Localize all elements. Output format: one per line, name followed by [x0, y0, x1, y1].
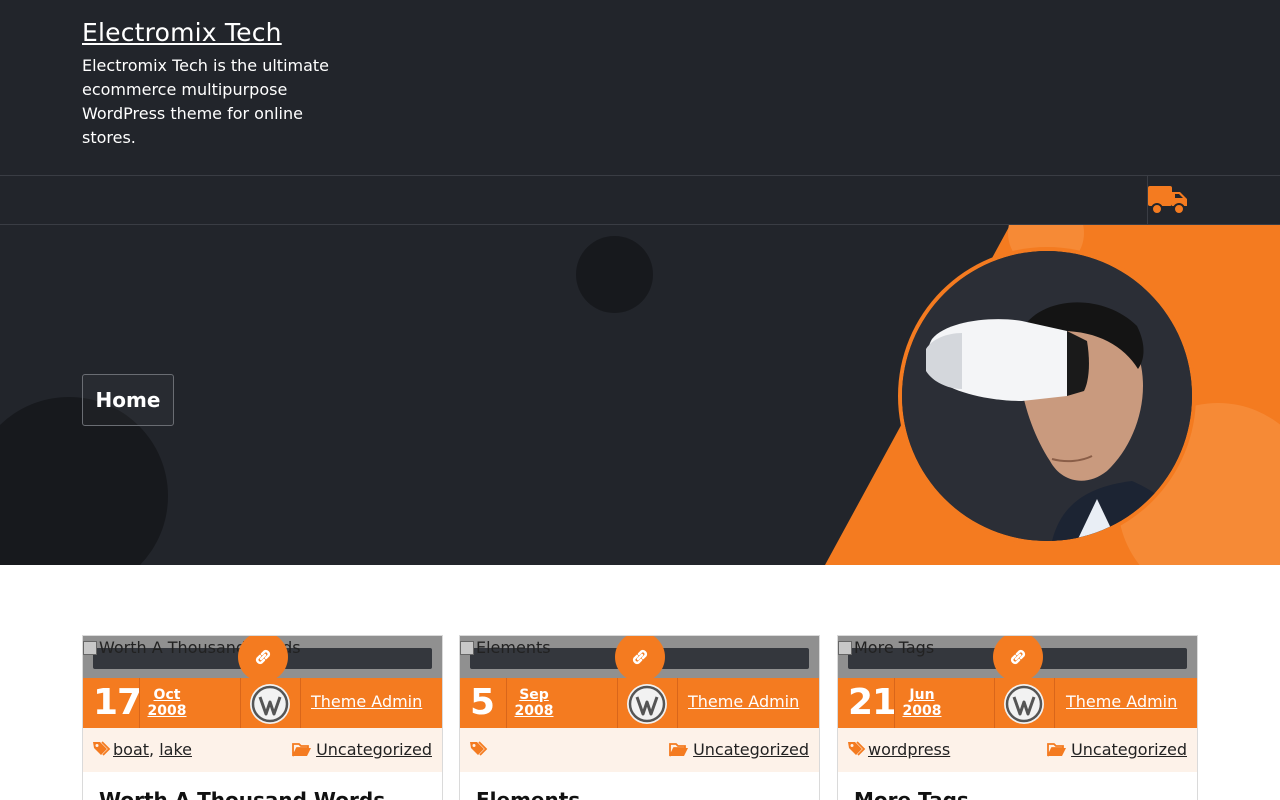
post-meta: 21 Jun 2008 Theme Admin: [838, 678, 1197, 728]
folder-open-icon: [669, 742, 689, 756]
wordpress-icon: [251, 685, 289, 723]
main-navigation: [0, 175, 1280, 225]
meta-divider: [994, 678, 995, 728]
link-icon: [1010, 649, 1026, 665]
permalink-button[interactable]: [993, 636, 1043, 682]
post-taxonomy: wordpress Uncategorized: [838, 728, 1197, 772]
post-title[interactable]: Elements: [476, 788, 580, 800]
post-author[interactable]: Theme Admin: [311, 692, 422, 711]
post-day: 21: [848, 682, 897, 723]
tags-icon: [848, 741, 866, 756]
tag-link[interactable]: boat: [113, 740, 149, 759]
post-month-year[interactable]: Oct 2008: [143, 687, 191, 719]
post-meta: 5 Sep 2008 Theme Admin: [460, 678, 819, 728]
meta-divider: [677, 678, 678, 728]
broken-image-icon: [460, 640, 474, 655]
thumbnail-alt-text: More Tags: [838, 638, 934, 657]
post-year: 2008: [902, 703, 942, 719]
post-thumbnail[interactable]: Elements: [460, 636, 819, 682]
site-title[interactable]: Electromix Tech: [82, 18, 282, 47]
post-tags: boat, lake: [113, 740, 192, 759]
thumbnail-alt-text: Elements: [460, 638, 551, 657]
hero-image-frame: [898, 247, 1196, 545]
post-author[interactable]: Theme Admin: [688, 692, 799, 711]
post-tags: wordpress: [868, 740, 950, 759]
broken-image-icon: [83, 640, 97, 655]
meta-divider: [300, 678, 301, 728]
link-icon: [632, 649, 648, 665]
tag-link[interactable]: lake: [159, 740, 192, 759]
author-avatar: [250, 684, 290, 724]
post-month: Oct: [153, 687, 181, 703]
post-card: Elements 5 Sep 2008 Theme Admin Uncategor…: [459, 635, 820, 800]
meta-divider: [894, 678, 895, 728]
meta-divider: [1054, 678, 1055, 728]
truck-icon[interactable]: [1148, 184, 1188, 216]
category-link[interactable]: Uncategorized: [1071, 740, 1187, 759]
category-link[interactable]: Uncategorized: [693, 740, 809, 759]
tag-link[interactable]: wordpress: [868, 740, 950, 759]
permalink-button[interactable]: [615, 636, 665, 682]
post-month: Jun: [909, 687, 935, 703]
wordpress-icon: [628, 685, 666, 723]
breadcrumb-home[interactable]: Home: [82, 374, 174, 426]
meta-divider: [506, 678, 507, 728]
post-taxonomy: boat, lake Uncategorized: [83, 728, 442, 772]
post-month-year[interactable]: Sep 2008: [510, 687, 558, 719]
thumbnail-alt-label: More Tags: [854, 638, 935, 657]
folder-open-icon: [292, 742, 312, 756]
post-thumbnail[interactable]: More Tags: [838, 636, 1197, 682]
meta-divider: [240, 678, 241, 728]
hero-banner: Home: [0, 225, 1280, 565]
author-avatar: [627, 684, 667, 724]
post-meta: 17 Oct 2008 Theme Admin: [83, 678, 442, 728]
post-day: 17: [93, 682, 142, 723]
post-title[interactable]: Worth A Thousand Words: [99, 788, 385, 800]
folder-open-icon: [1047, 742, 1067, 756]
category-link[interactable]: Uncategorized: [316, 740, 432, 759]
site-header: Electromix Tech Electromix Tech is the u…: [0, 0, 1280, 175]
meta-divider: [617, 678, 618, 728]
post-month: Sep: [519, 687, 549, 703]
post-thumbnail[interactable]: Worth A Thousand Words: [83, 636, 442, 682]
meta-divider: [139, 678, 140, 728]
post-card: More Tags 21 Jun 2008 Theme Admin wordpre…: [837, 635, 1198, 800]
post-day: 5: [470, 682, 495, 723]
broken-image-icon: [838, 640, 852, 655]
post-year: 2008: [147, 703, 187, 719]
post-category: Uncategorized: [1047, 740, 1187, 759]
decor-circle: [576, 236, 653, 313]
tags-icon: [93, 741, 111, 756]
post-taxonomy: Uncategorized: [460, 728, 819, 772]
link-icon: [255, 649, 271, 665]
author-avatar: [1004, 684, 1044, 724]
wordpress-icon: [1005, 685, 1043, 723]
post-category: Uncategorized: [292, 740, 432, 759]
vr-headset-person-image: [902, 251, 1192, 541]
post-card: Worth A Thousand Words 17 Oct 2008 Theme …: [82, 635, 443, 800]
thumbnail-alt-label: Elements: [476, 638, 551, 657]
post-year: 2008: [514, 703, 554, 719]
post-author[interactable]: Theme Admin: [1066, 692, 1177, 711]
post-month-year[interactable]: Jun 2008: [898, 687, 946, 719]
tags-icon: [470, 741, 488, 756]
post-title[interactable]: More Tags: [854, 788, 969, 800]
post-category: Uncategorized: [669, 740, 809, 759]
site-description: Electromix Tech is the ultimate ecommerc…: [82, 56, 330, 147]
permalink-button[interactable]: [238, 636, 288, 682]
